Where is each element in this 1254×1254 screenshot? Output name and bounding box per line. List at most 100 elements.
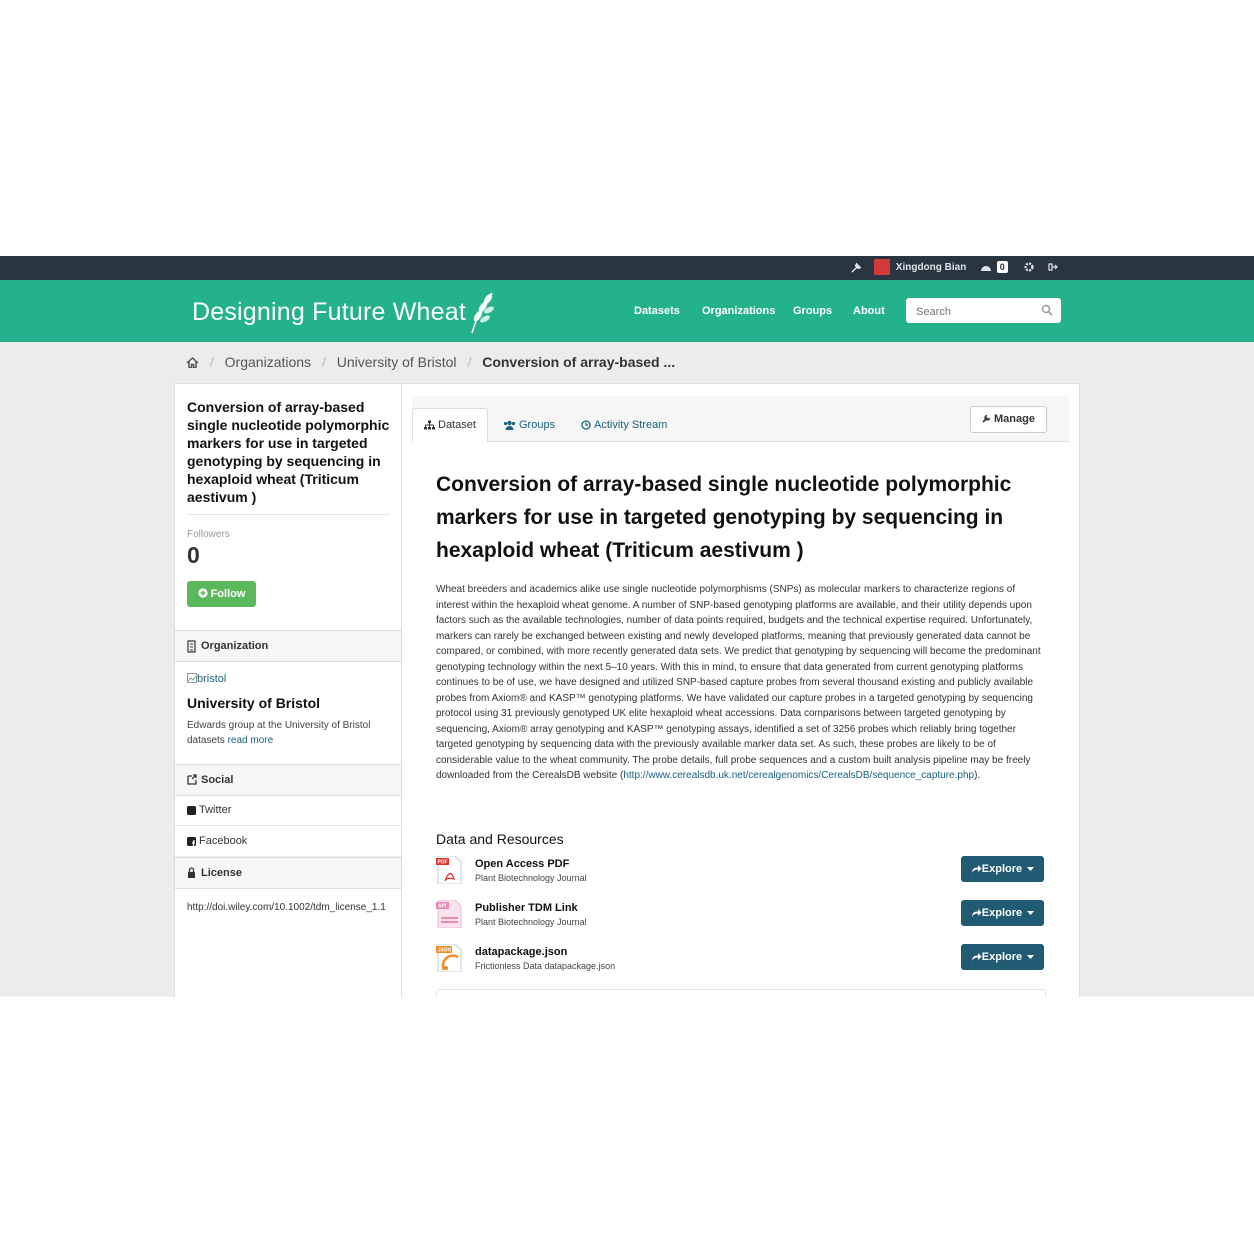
divider — [187, 514, 390, 515]
dataset-notes-end: ). — [974, 770, 981, 781]
broken-image-icon — [187, 673, 197, 683]
search-input[interactable] — [914, 298, 1038, 325]
cerealsdb-link[interactable]: http://www.cerealsdb.uk.net/cerealgenomi… — [623, 770, 974, 781]
users-icon — [503, 420, 516, 431]
org-name[interactable]: University of Bristol — [187, 695, 320, 711]
license-value[interactable]: http://doi.wiley.com/10.1002/tdm_license… — [187, 902, 386, 913]
logout-icon[interactable] — [1048, 256, 1058, 280]
tab-activity-label: Activity Stream — [594, 419, 668, 431]
pdf-file-icon: PDF — [436, 856, 462, 884]
caret-down-icon — [1027, 955, 1035, 960]
caret-down-icon — [1027, 867, 1035, 872]
sitemap-icon — [424, 420, 435, 430]
share-arrow-icon — [971, 953, 982, 961]
follow-label: Follow — [210, 588, 246, 600]
dashboard-count: 0 — [996, 261, 1008, 273]
resources-heading: Data and Resources — [436, 831, 564, 847]
format-label: API — [438, 904, 447, 910]
user-menu[interactable]: Xingdong Bian — [874, 256, 966, 280]
followers-label: Followers — [187, 529, 230, 540]
license-heading: License — [175, 857, 401, 889]
explore-label: Explore — [981, 951, 1023, 963]
resource-name[interactable]: Publisher TDM Link — [475, 902, 578, 914]
explore-button[interactable]: Explore — [961, 944, 1044, 970]
account-bar: Xingdong Bian 0 — [0, 256, 1254, 280]
license-heading-label: License — [201, 867, 242, 879]
explore-button[interactable]: Explore — [961, 900, 1044, 926]
resource-item[interactable]: JSON datapackage.json Frictionless Data … — [436, 944, 1044, 980]
explore-label: Explore — [981, 907, 1023, 919]
share-arrow-icon — [971, 865, 982, 873]
json-file-icon: JSON — [436, 944, 462, 972]
tab-bar: Dataset Groups Activity Stream Manage — [412, 396, 1069, 443]
sidebar: Conversion of array-based single nucleot… — [175, 384, 402, 997]
dataset-title: Conversion of array-based single nucleot… — [436, 473, 1012, 562]
home-icon[interactable] — [186, 356, 199, 369]
content-wrapper: Conversion of array-based single nucleot… — [175, 384, 1079, 997]
social-twitter[interactable]: Twitter — [175, 795, 401, 826]
resource-item[interactable]: API Publisher TDM Link Plant Biotechnolo… — [436, 900, 1044, 936]
search-box — [906, 298, 1061, 325]
org-description: Edwards group at the University of Brist… — [187, 718, 392, 748]
social-heading: Social — [175, 764, 401, 796]
clock-icon — [581, 420, 591, 430]
format-label: JSON — [438, 948, 452, 954]
avatar — [874, 259, 890, 276]
search-icon[interactable] — [1041, 304, 1053, 316]
read-more-link[interactable]: read more — [228, 735, 274, 746]
resource-name[interactable]: datapackage.json — [475, 946, 567, 958]
wrench-icon — [982, 414, 991, 423]
social-facebook[interactable]: Facebook — [175, 826, 401, 857]
share-arrow-icon — [971, 909, 982, 917]
resource-name[interactable]: Open Access PDF — [475, 858, 569, 870]
org-description-text: Edwards group at the University of Brist… — [187, 720, 371, 746]
twitter-label: Twitter — [199, 804, 232, 816]
plus-circle-icon — [197, 588, 208, 598]
format-label: PDF — [438, 860, 448, 866]
site-brand[interactable]: Designing Future Wheat — [192, 298, 466, 327]
building-icon — [187, 640, 196, 653]
sysadmin-icon[interactable] — [851, 256, 862, 280]
manage-button[interactable]: Manage — [970, 406, 1047, 433]
resource-description: Frictionless Data datapackage.json — [475, 961, 616, 971]
tab-groups-label: Groups — [519, 419, 556, 431]
resource-description: Plant Biotechnology Journal — [475, 917, 587, 927]
breadcrumb-organization[interactable]: University of Bristol — [337, 354, 457, 370]
masthead: Designing Future Wheat Datasets Organiza… — [0, 280, 1254, 342]
breadcrumb-dataset[interactable]: Conversion of array-based ... — [482, 354, 675, 370]
twitter-icon — [187, 806, 196, 815]
tab-dataset-label: Dataset — [438, 419, 476, 431]
follow-button[interactable]: Follow — [187, 581, 256, 607]
social-heading-label: Social — [201, 774, 234, 786]
nav-groups[interactable]: Groups — [793, 305, 832, 317]
lock-icon — [188, 867, 195, 878]
dashboard-link[interactable]: 0 — [980, 256, 1008, 280]
dataset-notes-text: Wheat breeders and academics alike use s… — [436, 584, 1041, 781]
org-image[interactable]: bristol — [187, 673, 226, 685]
user-name: Xingdong Bian — [895, 262, 967, 273]
nav-organizations[interactable]: Organizations — [702, 305, 775, 317]
facebook-label: Facebook — [199, 835, 248, 847]
tab-groups[interactable]: Groups — [503, 409, 555, 441]
organization-heading: Organization — [175, 630, 401, 662]
tab-activity-stream[interactable]: Activity Stream — [581, 409, 667, 441]
breadcrumb-organizations[interactable]: Organizations — [225, 354, 311, 370]
resource-description: Plant Biotechnology Journal — [475, 873, 587, 883]
organization-heading-label: Organization — [201, 640, 269, 652]
dashboard-icon — [981, 266, 991, 272]
org-image-alt: bristol — [197, 673, 227, 685]
sidebar-dataset-title: Conversion of array-based single nucleot… — [187, 399, 390, 505]
screenshot: Xingdong Bian 0 Designing Future Wheat D… — [0, 256, 1254, 997]
resource-item[interactable]: PDF Open Access PDF Plant Biotechnology … — [436, 856, 1044, 892]
caret-down-icon — [1027, 911, 1035, 916]
explore-button[interactable]: Explore — [961, 856, 1044, 882]
share-icon — [187, 774, 197, 785]
api-file-icon: API — [436, 900, 462, 928]
tab-dataset[interactable]: Dataset — [412, 408, 488, 443]
manage-label: Manage — [994, 413, 1035, 425]
wheat-logo-icon — [471, 292, 494, 334]
nav-datasets[interactable]: Datasets — [634, 305, 680, 317]
followers-count: 0 — [187, 542, 200, 568]
nav-about[interactable]: About — [853, 305, 885, 317]
gear-icon[interactable] — [1024, 256, 1034, 280]
